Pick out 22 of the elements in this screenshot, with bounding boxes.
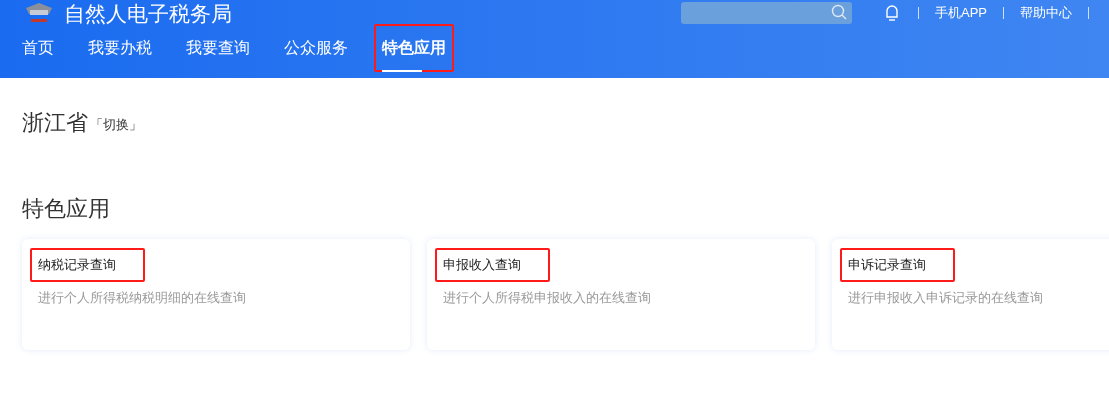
card-title: 纳税记录查询 [30, 248, 145, 282]
card-description: 进行个人所得税申报收入的在线查询 [442, 288, 652, 307]
province-name: 浙江省 [22, 112, 88, 134]
nav-tab[interactable]: 特色应用 [374, 24, 454, 72]
app-card[interactable]: 申报收入查询 进行个人所得税申报收入的在线查询 [427, 239, 815, 350]
card-title: 申报收入查询 [435, 248, 550, 282]
switch-link[interactable]: 「切换」 [90, 114, 142, 134]
card-description: 进行申报收入申诉记录的在线查询 [847, 288, 1044, 307]
nav-tab[interactable]: 公众服务 [276, 24, 356, 72]
nav-tab[interactable]: 首页 [14, 24, 62, 72]
nav-tab[interactable]: 我要查询 [178, 24, 258, 72]
app-card[interactable]: 纳税记录查询 进行个人所得税纳税明细的在线查询 [22, 239, 410, 350]
card-title: 申诉记录查询 [840, 248, 955, 282]
nav-tab[interactable]: 我要办税 [80, 24, 160, 72]
header-link[interactable]: 帮助中心 [1020, 3, 1072, 23]
app-card[interactable]: 申诉记录查询 进行申报收入申诉记录的在线查询 [832, 239, 1109, 350]
site-title: 自然人电子税务局 [64, 2, 232, 24]
header-link[interactable]: 手机APP [935, 3, 987, 23]
search-icon [831, 4, 848, 21]
search-field[interactable] [681, 2, 852, 24]
card-description: 进行个人所得税纳税明细的在线查询 [37, 288, 247, 307]
section-title: 特色应用 [22, 198, 111, 220]
